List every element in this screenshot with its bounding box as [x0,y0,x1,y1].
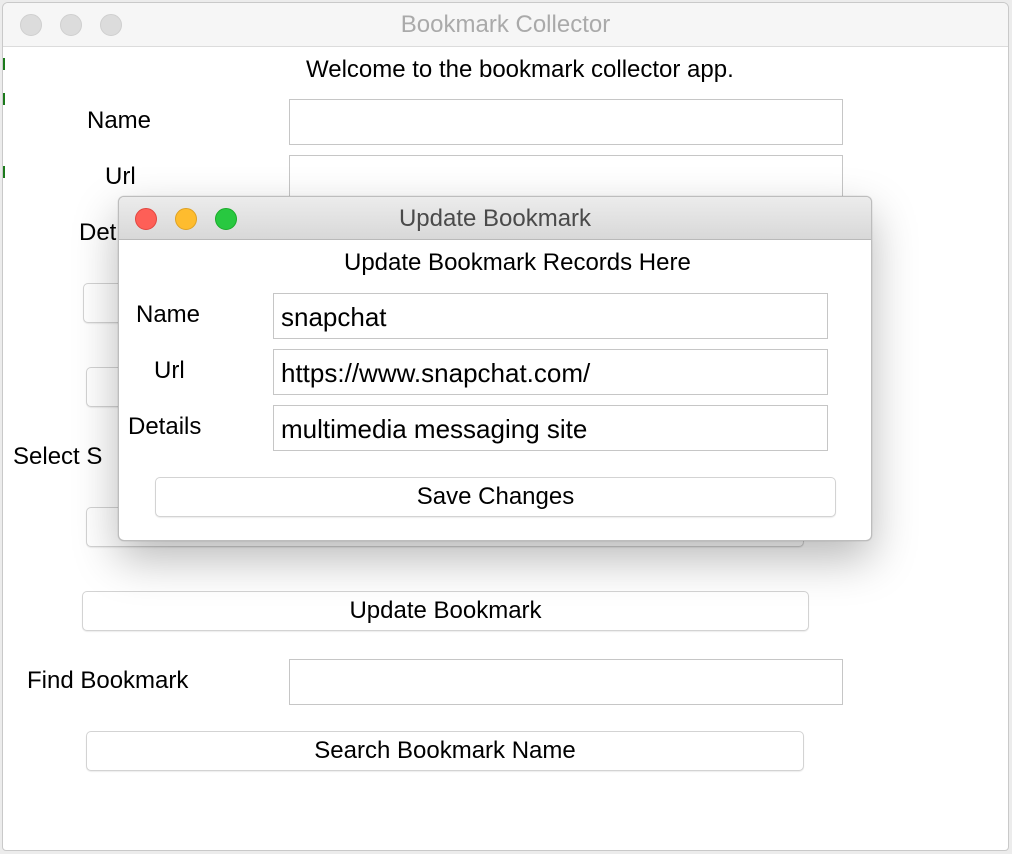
dialog-details-label: Details [128,413,202,440]
details-label: Det [79,219,117,246]
name-field[interactable] [289,99,843,145]
dialog-details-field[interactable]: multimedia messaging site [273,405,828,451]
url-field[interactable] [289,155,843,201]
select-label: Select S [13,443,103,470]
name-label: Name [87,107,152,134]
edge-marker [3,93,5,105]
edge-marker [3,166,5,178]
main-titlebar[interactable]: Bookmark Collector [3,3,1008,47]
update-bookmark-button[interactable]: Update Bookmark [82,591,809,631]
dialog-heading: Update Bookmark Records Here [344,249,691,276]
save-changes-button[interactable]: Save Changes [155,477,836,517]
dialog-url-field[interactable]: https://www.snapchat.com/ [273,349,828,395]
dialog-name-label: Name [136,301,201,328]
welcome-text: Welcome to the bookmark collector app. [306,56,734,83]
edge-marker [3,58,5,70]
find-bookmark-field[interactable] [289,659,843,705]
find-bookmark-label: Find Bookmark [27,667,189,694]
search-bookmark-button[interactable]: Search Bookmark Name [86,731,804,771]
dialog-titlebar[interactable]: Update Bookmark [119,197,871,240]
window-title: Bookmark Collector [400,11,611,38]
dialog-name-field[interactable]: snapchat [273,293,828,339]
dialog-title: Update Bookmark [398,205,592,232]
dialog-url-label: Url [154,357,185,384]
url-label: Url [105,163,136,190]
update-bookmark-dialog: Update Bookmark Update Bookmark Records … [118,196,872,541]
